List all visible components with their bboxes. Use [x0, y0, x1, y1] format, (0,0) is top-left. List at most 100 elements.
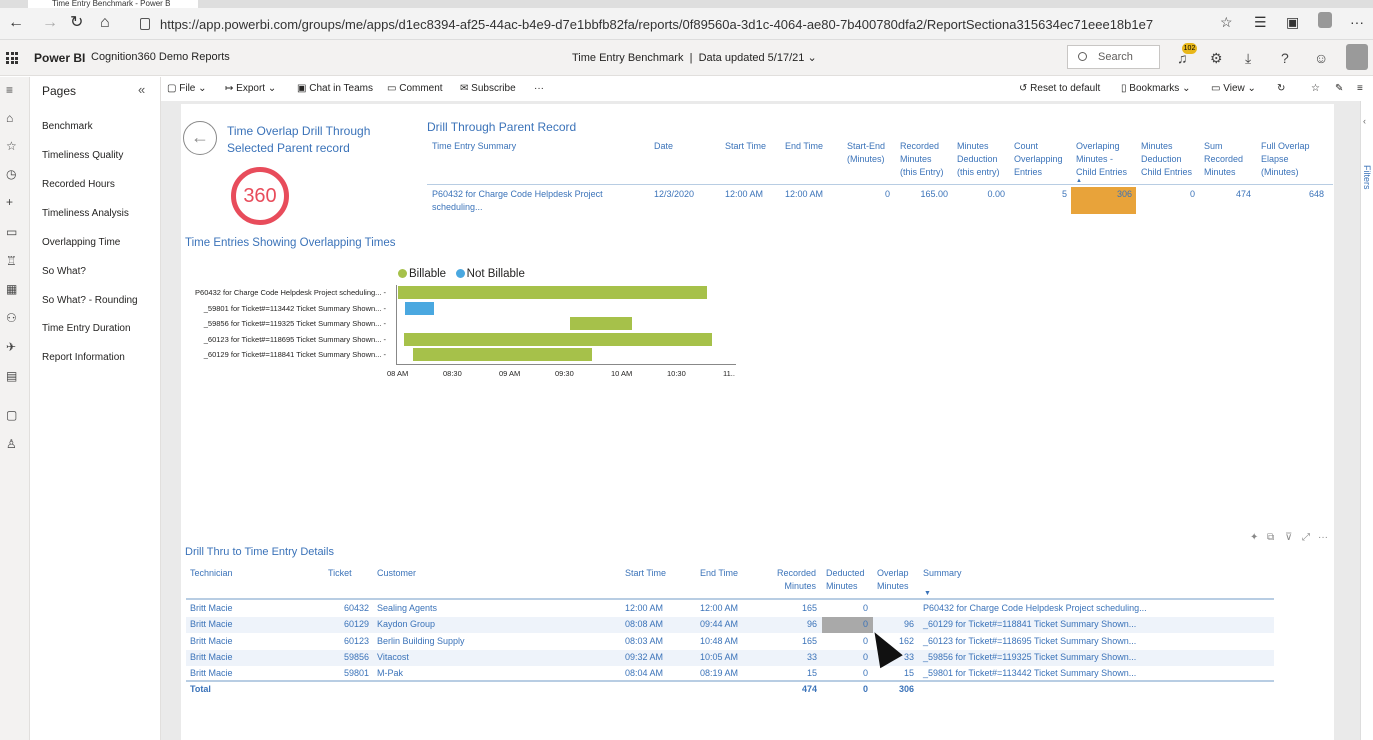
cell-ticket[interactable]: 60123: [320, 635, 369, 648]
gear-icon[interactable]: ⚙: [1210, 50, 1223, 67]
cell-end[interactable]: 09:44 AM: [700, 618, 738, 631]
cell-overlap[interactable]: 15: [875, 667, 914, 680]
cell-start[interactable]: 12:00 AM: [625, 602, 663, 615]
cell-recorded[interactable]: 165: [768, 602, 817, 615]
column-header[interactable]: Overlaping Minutes - Child Entries: [1076, 140, 1136, 179]
cell-start[interactable]: 08:04 AM: [625, 667, 663, 680]
comment-button[interactable]: ▭ Comment: [387, 83, 443, 94]
extensions-icon[interactable]: ▣: [1286, 14, 1299, 31]
cell-ticket[interactable]: 60129: [320, 618, 369, 631]
search-box[interactable]: Search: [1067, 45, 1160, 69]
cell-summary[interactable]: _60123 for Ticket#=118695 Ticket Summary…: [923, 635, 1136, 648]
column-header[interactable]: Minutes Deduction (this entry): [957, 140, 1007, 179]
cell-deducted[interactable]: 0: [826, 651, 868, 664]
cell-start[interactable]: 09:32 AM: [625, 651, 663, 664]
cell-tech[interactable]: Britt Macie: [190, 635, 233, 648]
profile-avatar[interactable]: [1318, 12, 1332, 28]
forward-arrow-icon[interactable]: →: [42, 15, 58, 31]
export-menu[interactable]: ↦ Export ⌄: [225, 83, 276, 94]
download-icon[interactable]: ⤓: [1245, 50, 1251, 67]
browser-tab[interactable]: Time Entry Benchmark - Power B: [28, 0, 198, 8]
more-options-icon[interactable]: ···: [534, 83, 544, 94]
gantt-bar[interactable]: [405, 301, 434, 315]
cell-tech[interactable]: Britt Macie: [190, 651, 233, 664]
filter-icon[interactable]: ⊽: [1285, 532, 1292, 543]
favorites-icon[interactable]: ☆: [6, 139, 17, 153]
file-menu[interactable]: ▢ File ⌄: [167, 83, 207, 94]
page-item[interactable]: Timeliness Analysis: [42, 208, 129, 219]
cell-start[interactable]: 08:08 AM: [625, 618, 663, 631]
recent-icon[interactable]: ◷: [6, 167, 16, 181]
list-icon[interactable]: ≡: [1357, 83, 1363, 94]
column-header-recorded[interactable]: Recorded Minutes: [768, 567, 816, 593]
cell-recorded[interactable]: 15: [768, 667, 817, 680]
gantt-bar[interactable]: [398, 286, 707, 299]
column-header-summary[interactable]: Summary: [923, 567, 962, 580]
column-header[interactable]: Date: [654, 140, 673, 153]
brand-name[interactable]: Power BI: [34, 51, 85, 65]
bookmarks-menu[interactable]: ▯ Bookmarks ⌄: [1121, 83, 1190, 94]
edit-icon[interactable]: ✎: [1335, 83, 1343, 94]
apps-icon[interactable]: ▦: [6, 282, 17, 296]
workspace-name[interactable]: Cognition360 Demo Reports: [91, 51, 230, 63]
cell-ticket[interactable]: 59801: [320, 667, 369, 680]
page-item[interactable]: Benchmark: [42, 121, 93, 132]
column-header-customer[interactable]: Customer: [377, 567, 416, 580]
shared-icon[interactable]: ⚇: [6, 311, 17, 325]
cell-customer[interactable]: Sealing Agents: [377, 602, 437, 615]
sort-descending-icon[interactable]: ▼: [924, 590, 931, 597]
column-header[interactable]: Recorded Minutes (this Entry): [900, 140, 950, 179]
gantt-bar[interactable]: [403, 332, 713, 346]
start-cell[interactable]: 12:00 AM: [725, 188, 763, 201]
browser-menu-icon[interactable]: ···: [1350, 14, 1364, 30]
collapse-pane-icon[interactable]: «: [138, 82, 145, 97]
cell-end[interactable]: 08:19 AM: [700, 667, 738, 680]
gantt-bar[interactable]: [570, 317, 632, 330]
home-icon[interactable]: ⌂: [6, 111, 13, 125]
cell-customer[interactable]: Kaydon Group: [377, 618, 435, 631]
cell-end[interactable]: 12:00 AM: [700, 602, 738, 615]
legend-item-billable[interactable]: Billable: [398, 268, 446, 280]
view-menu[interactable]: ▭ View ⌄: [1211, 83, 1256, 94]
full-overlap-cell[interactable]: 648: [1261, 188, 1324, 201]
cell-summary[interactable]: _59856 for Ticket#=119325 Ticket Summary…: [923, 651, 1136, 664]
cell-deducted[interactable]: 0: [826, 667, 868, 680]
datasets-icon[interactable]: ▭: [6, 225, 17, 239]
cell-customer[interactable]: Vitacost: [377, 651, 409, 664]
subscribe-button[interactable]: ✉ Subscribe: [460, 83, 516, 94]
page-item[interactable]: Time Entry Duration: [42, 323, 131, 334]
refresh-icon[interactable]: ↻: [70, 15, 83, 31]
create-icon[interactable]: +: [6, 195, 13, 209]
reset-button[interactable]: ↺ Reset to default: [1019, 83, 1100, 94]
app-launcher-icon[interactable]: [6, 52, 18, 64]
refresh-visuals-icon[interactable]: ↻: [1277, 83, 1285, 94]
filters-tab[interactable]: Filters: [1362, 165, 1372, 190]
end-cell[interactable]: 12:00 AM: [785, 188, 823, 201]
cell-recorded[interactable]: 165: [768, 635, 817, 648]
expand-pane-icon[interactable]: ‹: [1363, 116, 1366, 126]
goals-icon[interactable]: ♖: [6, 254, 17, 268]
column-header[interactable]: Start-End (Minutes): [847, 140, 889, 166]
column-header[interactable]: Full Overlap Elapse (Minutes): [1261, 140, 1323, 179]
workspaces-icon[interactable]: ▢: [6, 408, 17, 422]
cell-end[interactable]: 10:05 AM: [700, 651, 738, 664]
start-end-cell[interactable]: 0: [847, 188, 890, 201]
cell-ticket[interactable]: 60432: [320, 602, 369, 615]
column-header[interactable]: End Time: [785, 140, 823, 153]
cell-customer[interactable]: Berlin Building Supply: [377, 635, 465, 648]
count-cell[interactable]: 5: [1014, 188, 1067, 201]
user-avatar[interactable]: [1346, 44, 1368, 70]
column-header-ticket[interactable]: Ticket: [328, 567, 352, 580]
recorded-cell[interactable]: 165.00: [900, 188, 948, 201]
cell-customer[interactable]: M-Pak: [377, 667, 403, 680]
copy-icon[interactable]: ⧉: [1267, 532, 1274, 543]
cell-summary[interactable]: _59801 for Ticket#=113442 Ticket Summary…: [923, 667, 1136, 680]
report-title[interactable]: Time Entry Benchmark | Data updated 5/17…: [572, 51, 817, 64]
cell-tech[interactable]: Britt Macie: [190, 667, 233, 680]
page-item[interactable]: So What?: [42, 266, 86, 277]
cell-tech[interactable]: Britt Macie: [190, 618, 233, 631]
address-bar[interactable]: https://app.powerbi.com/groups/me/apps/d…: [128, 12, 1238, 38]
chat-in-teams-button[interactable]: ▣ Chat in Teams: [297, 83, 373, 94]
home-icon[interactable]: ⌂: [100, 15, 110, 31]
learn-icon[interactable]: ▤: [6, 369, 17, 383]
